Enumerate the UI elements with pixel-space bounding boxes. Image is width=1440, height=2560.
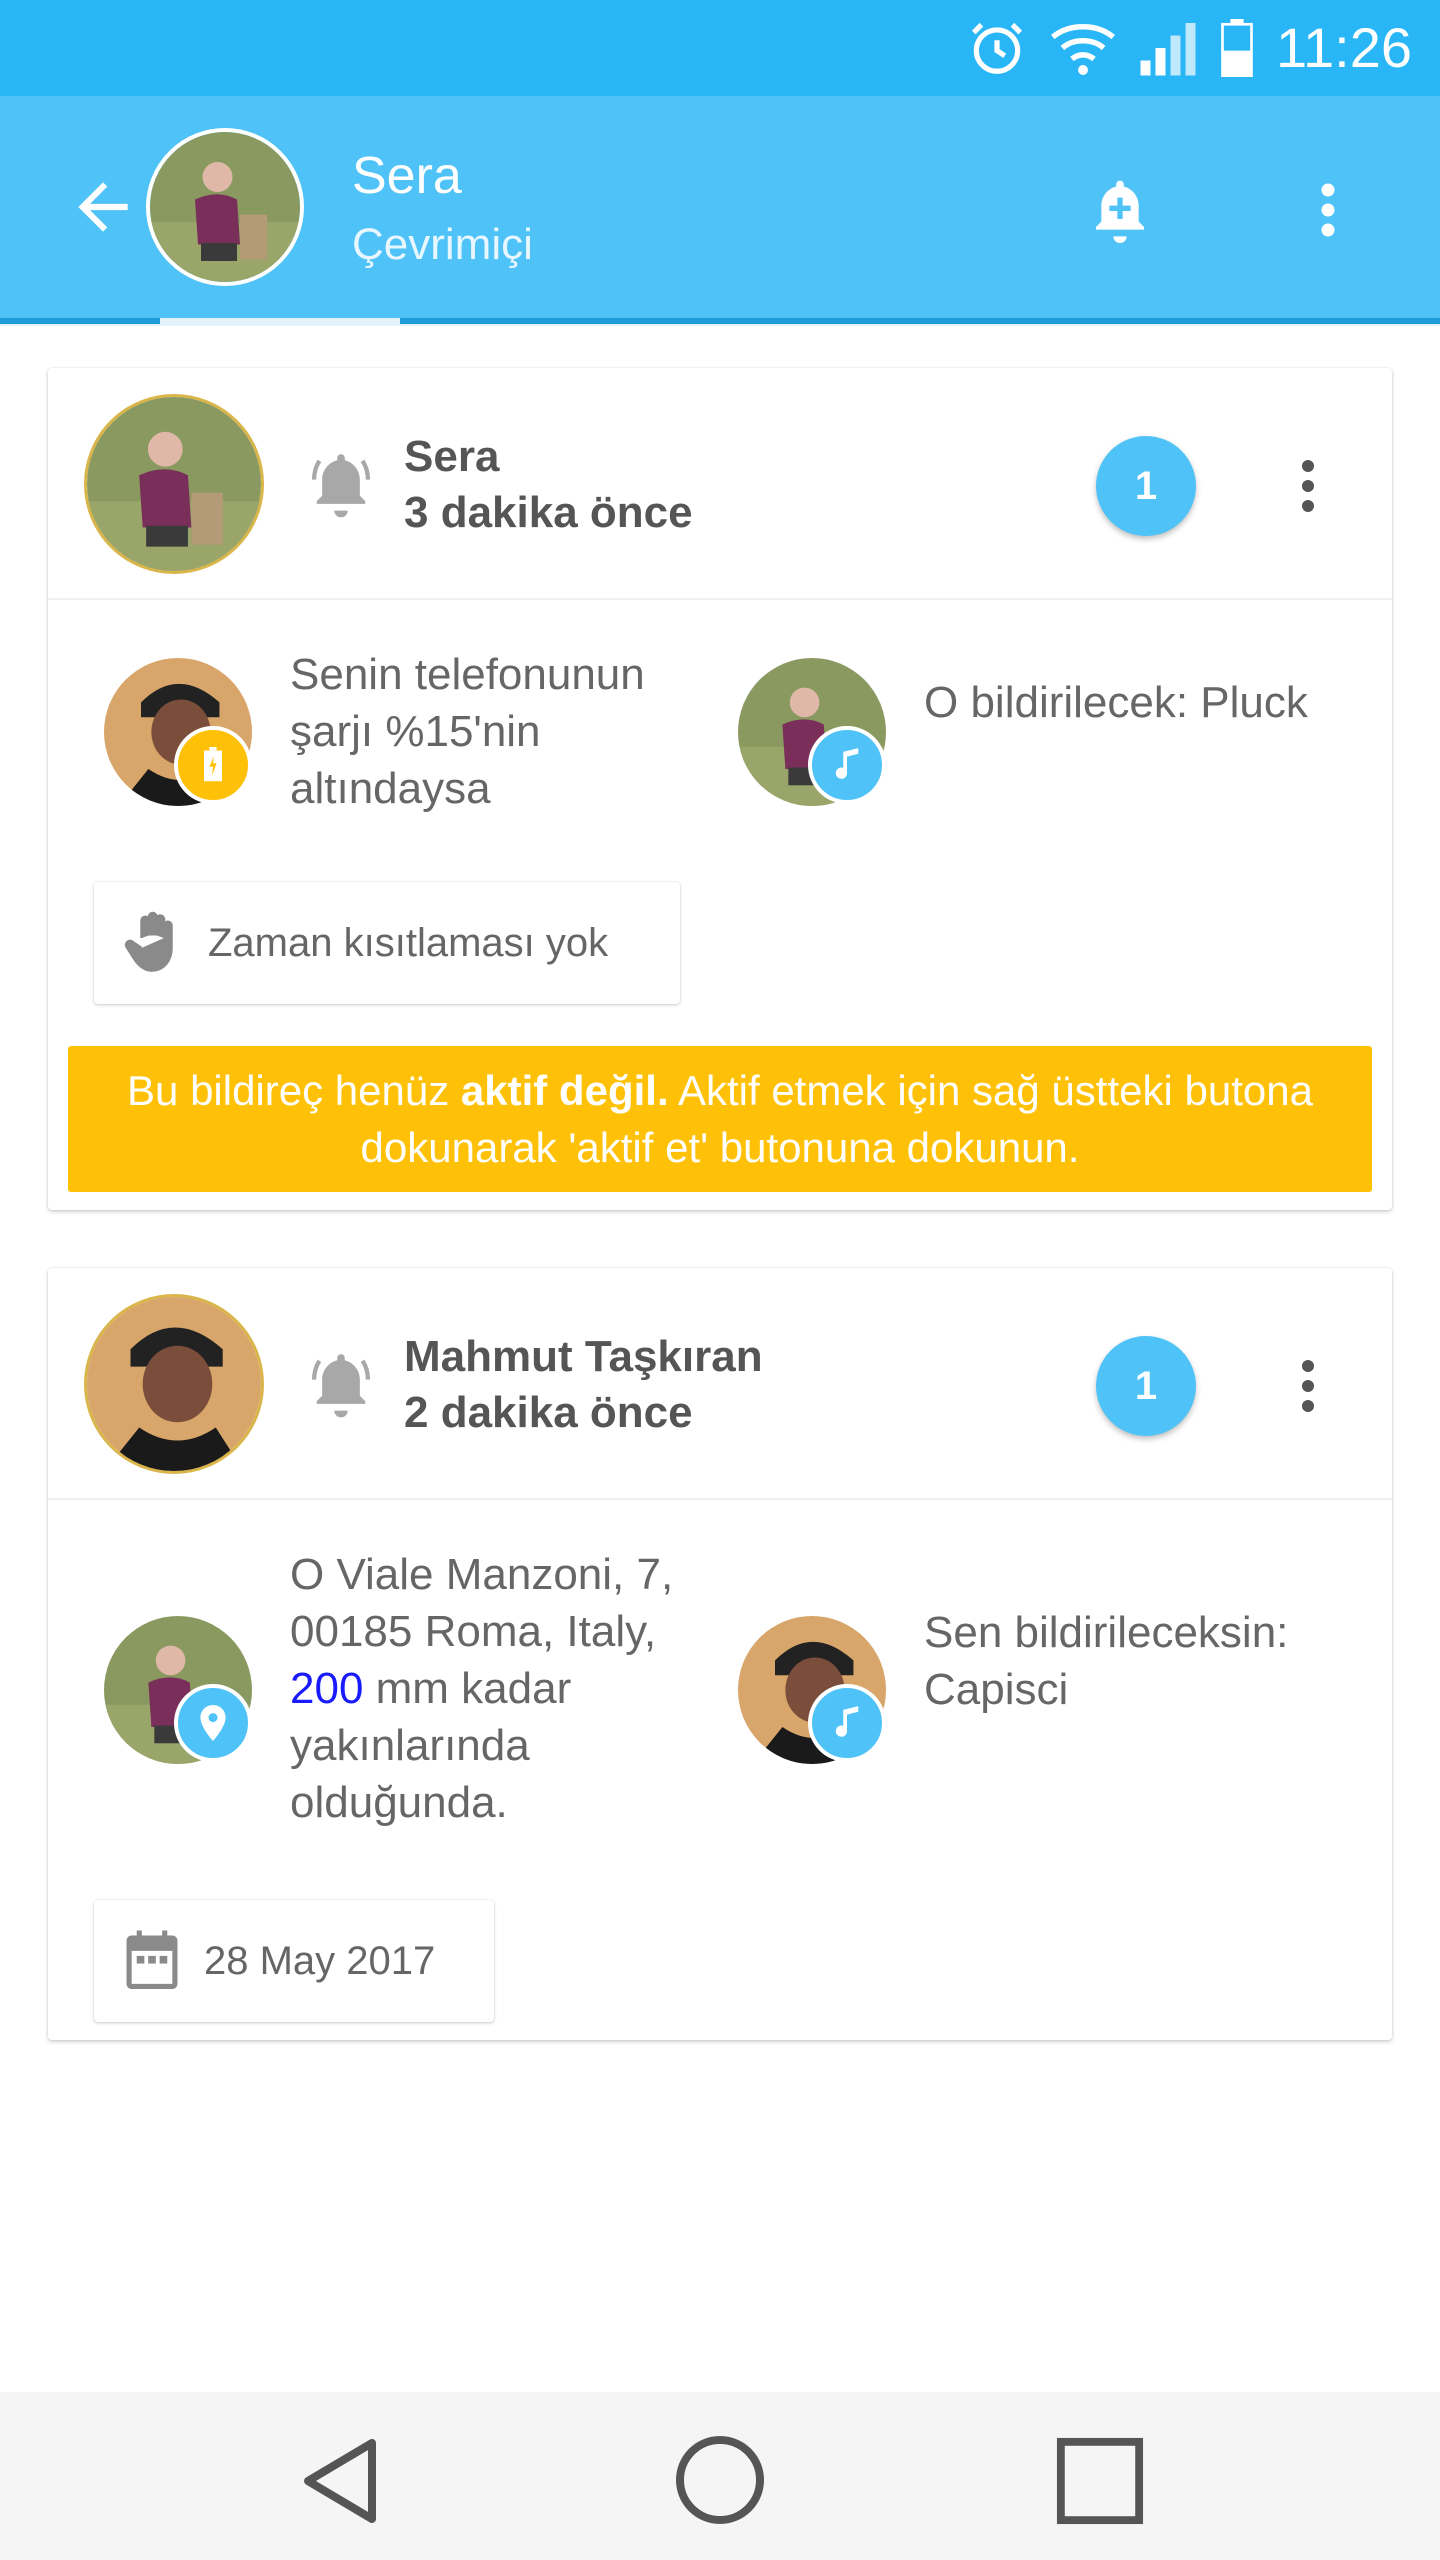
time-restriction-chip[interactable]: Zaman kısıtlaması yok: [94, 882, 680, 1004]
count-badge[interactable]: 1: [1096, 1336, 1196, 1436]
online-status: Çevrimiçi: [352, 220, 533, 269]
notifier-time: 3 dakika önce: [404, 488, 693, 537]
music-badge: [808, 726, 886, 804]
avatar[interactable]: [84, 1294, 264, 1474]
avatar-photo-woman: [87, 397, 261, 571]
alarm-icon: [971, 22, 1023, 74]
arrow-left-icon: [78, 182, 128, 232]
notifier-time: 2 dakika önce: [404, 1388, 693, 1437]
inactive-warning-banner: Bu bildireç henüz aktif değil. Aktif etm…: [68, 1046, 1372, 1192]
page-title: Sera: [352, 147, 462, 205]
location-badge: [174, 1684, 252, 1762]
divider: [48, 1498, 1392, 1500]
music-note-icon: [835, 1706, 859, 1737]
avatar-photo-man: [87, 1297, 261, 1471]
bell-icon: [311, 1354, 371, 1418]
notifier-card[interactable]: Mahmut Taşkıran 2 dakika önce 1 O Viale …: [48, 1268, 1392, 2040]
clock: 11:26: [1276, 16, 1412, 79]
hand-icon: [124, 911, 173, 972]
more-vertical-icon: [1302, 460, 1314, 512]
action-text: Sen bildirileceksin: Capisci: [924, 1608, 1289, 1714]
divider: [48, 598, 1392, 600]
music-note-icon: [835, 748, 859, 779]
bell-plus-icon: [1096, 180, 1144, 243]
distance-value: 200: [290, 1664, 364, 1713]
nav-recents-icon[interactable]: [1054, 2436, 1146, 2526]
warning-text: Bu bildireç henüz: [127, 1067, 461, 1114]
card-menu-button[interactable]: [1288, 1356, 1328, 1416]
count-badge[interactable]: 1: [1096, 436, 1196, 536]
condition-text-part: O Viale Manzoni, 7, 00185 Roma, Italy,: [290, 1550, 674, 1656]
app-bar-progress: [0, 318, 160, 324]
avatar-photo-woman: [150, 132, 300, 282]
calendar-icon: [126, 1930, 178, 1989]
add-notifier-button[interactable]: [1088, 176, 1152, 246]
navigation-bar: [0, 2392, 1440, 2560]
notifier-card[interactable]: Sera 3 dakika önce 1 Senin telefonunun ş…: [48, 368, 1392, 1210]
notifier-name: Mahmut Taşkıran: [404, 1332, 763, 1381]
chip-label: 28 May 2017: [204, 1938, 436, 1983]
chip-label: Zaman kısıtlaması yok: [208, 920, 609, 965]
music-badge: [808, 1684, 886, 1762]
condition-text: Senin telefonunun şarjı %15'nin altınday…: [290, 650, 645, 813]
more-vertical-icon: [1321, 183, 1335, 237]
card-menu-button[interactable]: [1288, 456, 1328, 516]
status-bar: 11:26: [0, 0, 1440, 96]
more-vertical-icon: [1302, 1360, 1314, 1412]
overflow-menu-button[interactable]: [1306, 180, 1350, 240]
action-text: O bildirilecek: Pluck: [924, 678, 1308, 727]
condition-text: O Viale Manzoni, 7, 00185 Roma, Italy, 2…: [290, 1546, 710, 1831]
location-pin-icon: [200, 1705, 226, 1741]
nav-back-icon[interactable]: [296, 2434, 384, 2528]
avatar[interactable]: [146, 128, 304, 286]
bell-icon: [311, 454, 371, 518]
signal-icon: [1140, 23, 1196, 76]
warning-bold-text: aktif değil.: [460, 1067, 669, 1114]
avatar[interactable]: [84, 394, 264, 574]
app-bar-progress: [960, 318, 1440, 324]
back-button[interactable]: [66, 170, 140, 244]
battery-status-icon: [1221, 19, 1253, 77]
app-bar-progress: [400, 318, 960, 324]
nav-home-icon[interactable]: [674, 2434, 766, 2526]
battery-badge: [174, 726, 252, 804]
notifier-name: Sera: [404, 432, 500, 481]
date-chip[interactable]: 28 May 2017: [94, 1900, 494, 2022]
battery-charging-icon: [204, 747, 222, 782]
wifi-icon: [1051, 24, 1116, 75]
